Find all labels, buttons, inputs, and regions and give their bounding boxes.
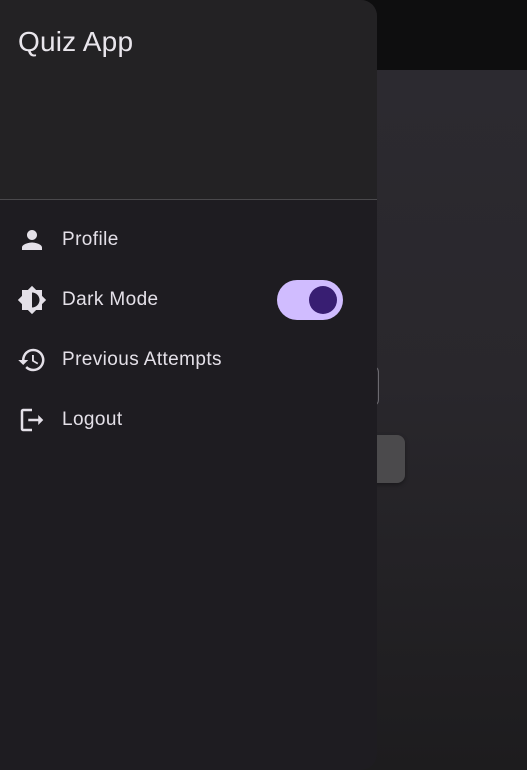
menu-item-previous-attempts[interactable]: Previous Attempts (0, 330, 377, 390)
person-icon (17, 225, 47, 255)
history-icon (17, 345, 47, 375)
menu-item-label: Previous Attempts (62, 349, 222, 370)
menu-item-profile[interactable]: Profile (0, 210, 377, 270)
brightness-icon (17, 285, 47, 315)
dark-mode-toggle[interactable] (277, 280, 343, 320)
drawer-menu: Profile Dark Mode Previous Attempts Logo… (0, 200, 377, 450)
toggle-thumb (309, 286, 337, 314)
menu-item-dark-mode[interactable]: Dark Mode (0, 270, 377, 330)
menu-item-logout[interactable]: Logout (0, 390, 377, 450)
logout-icon (17, 405, 47, 435)
drawer-header: Quiz App (0, 0, 377, 200)
navigation-drawer: Quiz App Profile Dark Mode Previous Atte… (0, 0, 377, 770)
menu-item-label: Profile (62, 229, 119, 250)
menu-item-label: Logout (62, 409, 123, 430)
menu-item-label: Dark Mode (62, 289, 159, 310)
drawer-title: Quiz App (18, 26, 134, 57)
